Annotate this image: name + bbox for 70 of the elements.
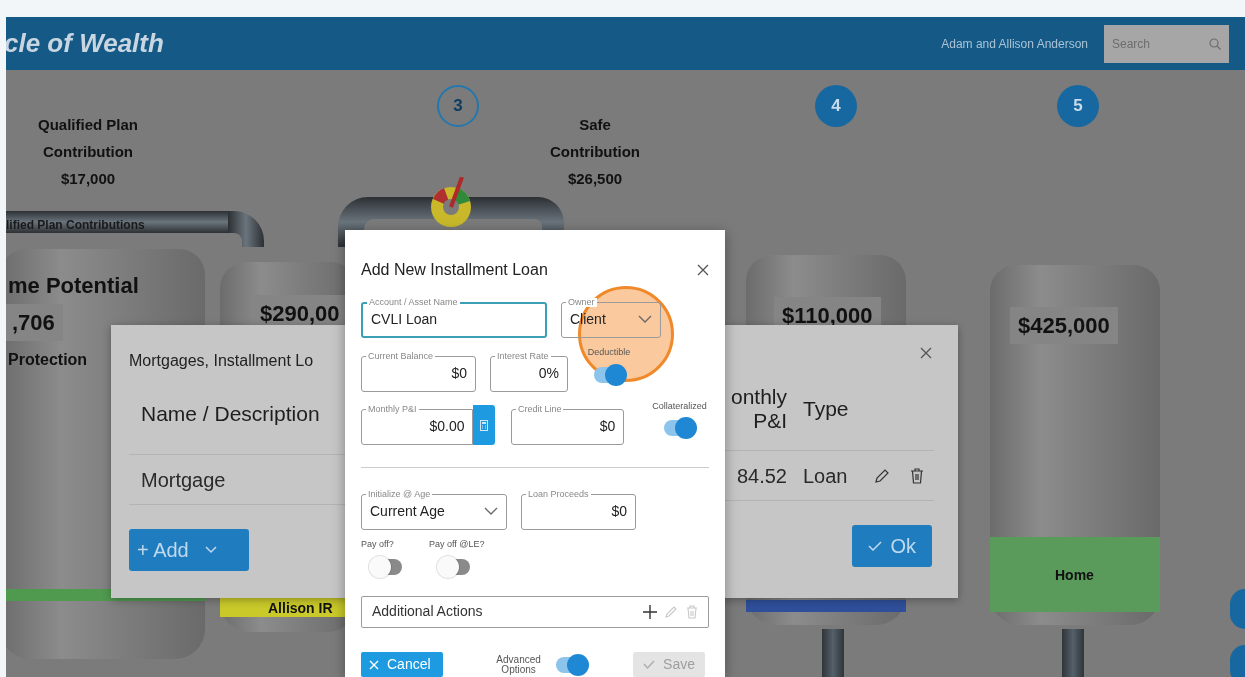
field-label: Current Balance [366,351,436,361]
dropdown[interactable]: Owner Client [561,298,661,338]
toggle-label: Advanced Options [495,654,542,675]
table-cell-text: Loan [803,463,848,489]
field-label: Account / Asset Name [367,298,460,307]
tank-heading: me Potential [8,272,139,300]
table-cell-text: 84.52 [735,463,787,489]
pillar-drawing [1062,629,1084,677]
plus-icon[interactable] [643,604,657,619]
field-label: Loan Proceeds [526,490,591,499]
input-field[interactable]: Loan Proceeds $0 [521,490,636,530]
chevron-icon [638,314,652,323]
toggle-label: Pay off @LE? [429,538,485,551]
field-label: Owner [566,298,597,307]
actions-label: Additional Actions [372,602,483,622]
pencil-icon[interactable] [873,467,890,484]
input-field[interactable]: Interest Rate 0% [490,351,568,392]
table-cell-text: Mortgage [141,467,226,493]
input-field[interactable]: Credit Line $0 [510,405,625,445]
input-text[interactable]: $0 [370,360,467,384]
search-placeholder: Search [1112,35,1151,53]
field-label: Interest Rate [495,351,551,361]
column-header: Type [803,395,849,422]
tank-amount: ,706 [6,304,63,341]
close-icon[interactable] [697,264,709,276]
input-text[interactable]: $0 [519,414,616,437]
toggle-label: Deductible [587,346,631,359]
trash-icon[interactable] [909,467,924,484]
contribution-amount: $17,000 [59,169,117,189]
toggle-label: Collateralized [652,399,707,413]
field-label: Monthly P&I [366,405,419,414]
dropdown-value: Client [570,310,606,329]
contribution-title: Qualified Plan Contribution [37,115,139,162]
caret-icon [204,546,217,554]
input-field[interactable]: Monthly P&I $0.00 [361,405,474,445]
input-text[interactable]: $0.00 [370,414,465,437]
search-icon [1209,37,1221,50]
input-text[interactable]: CVLI Loan [371,307,537,330]
tank-amount: $425,000 [1010,307,1118,344]
contribution-amount: $26,500 [566,169,624,189]
dialog-title: Mortgages, Installment Lo [129,351,315,371]
close-icon [369,659,379,670]
calculator-button[interactable] [473,405,496,445]
input-field[interactable]: Account / Asset Name CVLI Loan [361,298,547,338]
check-icon [643,660,656,669]
chevron-icon [484,506,498,515]
dialog-title: Add New Installment Loan [361,260,548,280]
column-header: onthly P&I [729,384,787,433]
column-header: Name / Description [141,400,320,427]
input-text[interactable]: $0 [530,499,627,522]
tank-label: Home [1055,566,1094,585]
dropdown-value: Current Age [370,502,445,521]
tank-caption: Protection [8,350,88,370]
pipe-label: lified Plan Contributions [6,217,145,234]
step-number[interactable]: 5 [1057,85,1099,127]
pillar-drawing [822,629,844,677]
dropdown[interactable]: Initialize @ Age Current Age [361,490,507,530]
toggle-label: Pay off? [361,538,394,551]
field-label: Initialize @ Age [366,490,433,499]
close-icon[interactable] [920,347,932,359]
check-icon [868,541,883,551]
step-number[interactable]: 4 [815,85,857,127]
user-name: Adam and Allison Anderson [941,35,1088,53]
tank-label: Allison IR [268,599,333,618]
contribution-title: Safe Contribution [549,115,641,162]
input-field[interactable]: Current Balance $0 [361,351,476,392]
calculator-icon [480,419,489,431]
input-text[interactable]: 0% [499,360,559,384]
field-label: Credit Line [515,405,564,414]
save-button: Save [633,652,705,677]
